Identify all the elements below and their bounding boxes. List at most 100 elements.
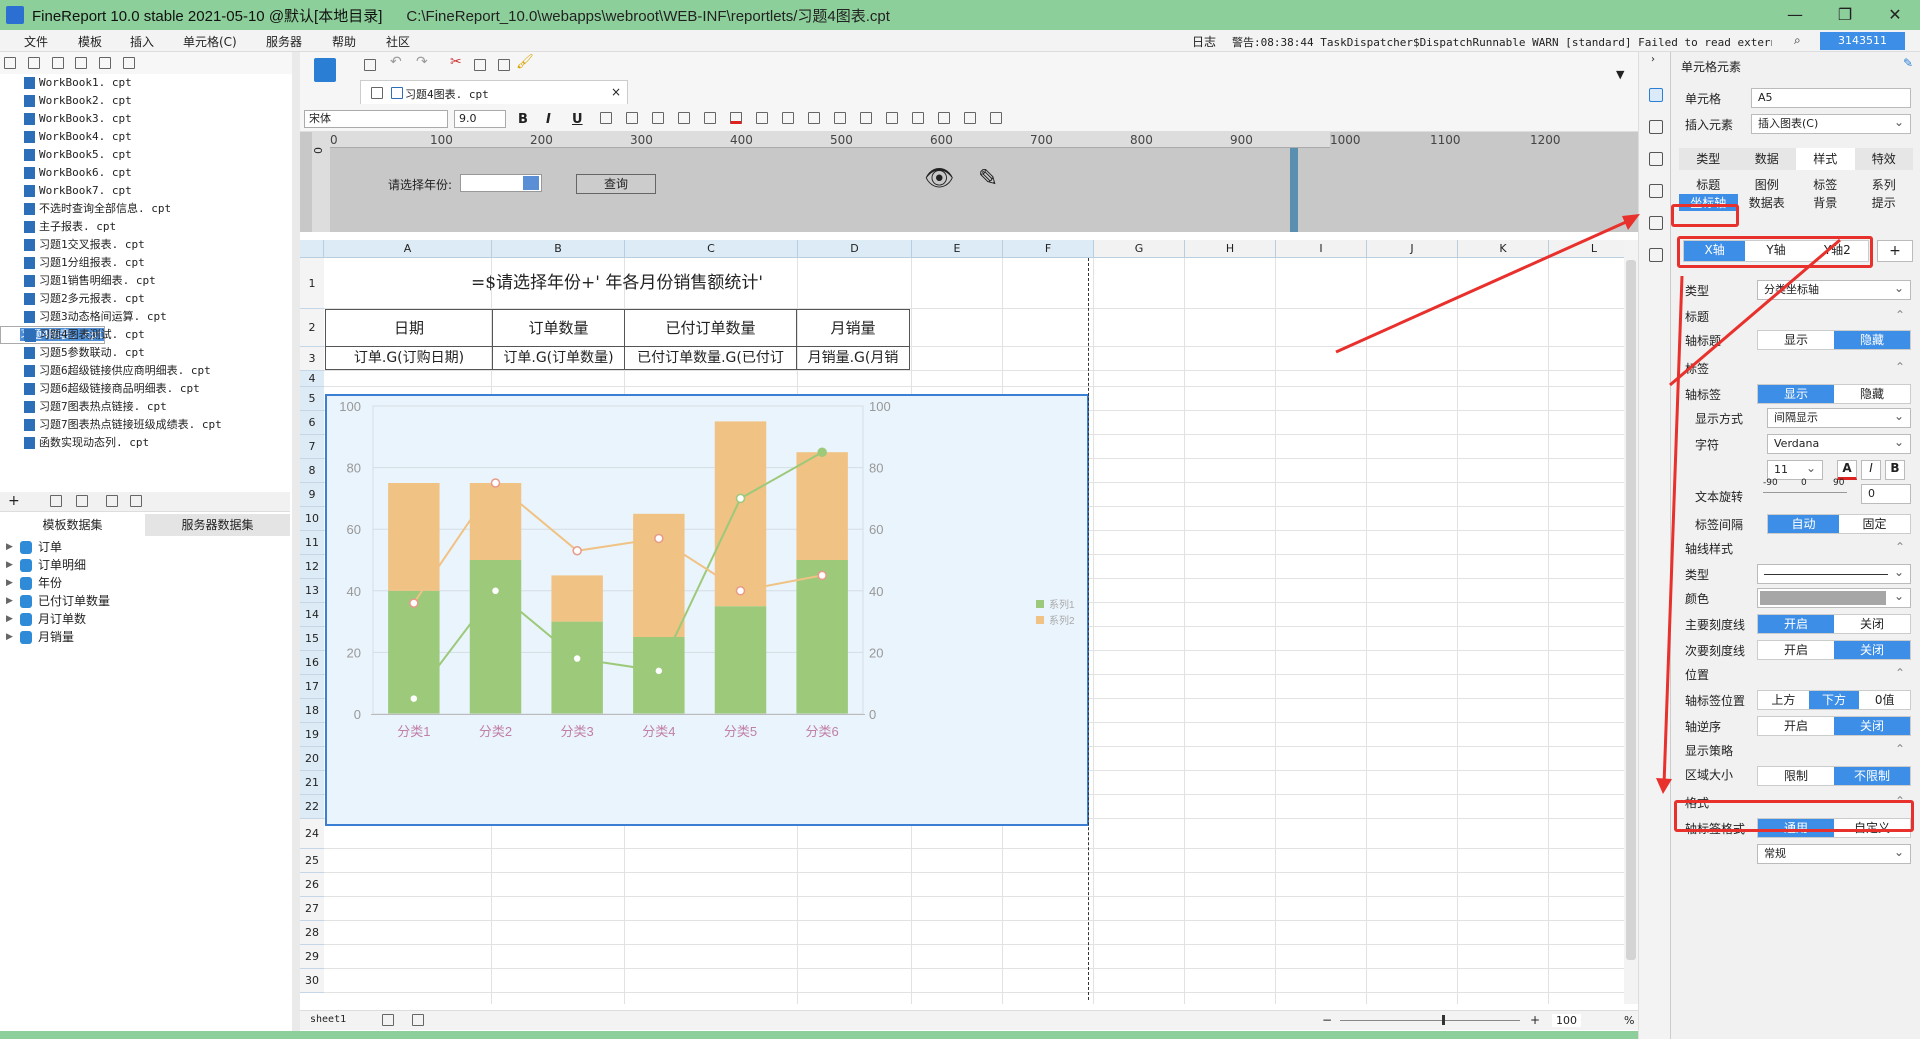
- file-item[interactable]: WorkBook6. cpt: [0, 164, 290, 182]
- section-title[interactable]: 标题: [1685, 308, 1905, 325]
- dataset-item[interactable]: ▶ 月销量: [0, 628, 290, 646]
- row-header[interactable]: 10: [300, 507, 324, 531]
- cut-icon[interactable]: ✂: [450, 54, 462, 70]
- format-painter-icon[interactable]: 🖌: [516, 54, 534, 70]
- column-header[interactable]: H: [1185, 240, 1276, 258]
- cell-d3[interactable]: 月销量.G(月销: [796, 346, 910, 370]
- expand-arrow-icon[interactable]: ▶: [6, 538, 13, 556]
- column-header[interactable]: L: [1549, 240, 1625, 258]
- file-item[interactable]: 习题1交叉报表. cpt: [0, 236, 290, 254]
- header-paid-orders[interactable]: 已付订单数量: [624, 309, 797, 347]
- expand-arrow-icon[interactable]: ▶: [6, 592, 13, 610]
- column-header[interactable]: A: [324, 240, 492, 258]
- file-item[interactable]: WorkBook1. cpt: [0, 74, 290, 92]
- row-header[interactable]: 2: [300, 309, 324, 347]
- log-label[interactable]: 日志: [1192, 33, 1216, 50]
- bold-button[interactable]: B: [518, 112, 528, 127]
- cell-b3[interactable]: 订单.G(订单数量): [492, 346, 625, 370]
- preview-dataset-icon[interactable]: [106, 495, 118, 507]
- redo-icon[interactable]: ↷: [416, 54, 428, 70]
- row-header[interactable]: 21: [300, 771, 324, 795]
- add-poly-sheet-icon[interactable]: [412, 1014, 424, 1026]
- font-color-icon[interactable]: [730, 112, 742, 124]
- file-item[interactable]: 不选时查询全部信息. cpt: [0, 200, 290, 218]
- bold-toggle[interactable]: B: [1885, 460, 1905, 480]
- delete-icon[interactable]: [99, 57, 112, 69]
- menu-server[interactable]: 服务器: [266, 33, 302, 50]
- zoom-thumb[interactable]: [1442, 1015, 1445, 1025]
- axis-font-select[interactable]: Verdana: [1767, 433, 1911, 454]
- row-header[interactable]: 12: [300, 555, 324, 579]
- menu-cell[interactable]: 单元格(C): [183, 33, 237, 50]
- cell-element-icon[interactable]: [1649, 88, 1663, 102]
- row-header[interactable]: 3: [300, 347, 324, 371]
- italic-toggle[interactable]: I: [1861, 460, 1881, 480]
- row-header[interactable]: 17: [300, 675, 324, 699]
- image-icon[interactable]: [912, 112, 924, 124]
- merge-icon[interactable]: [756, 112, 768, 124]
- line-color-select[interactable]: [1757, 587, 1911, 608]
- area-limit[interactable]: 限制: [1758, 767, 1834, 785]
- area-nolimit[interactable]: 不限制: [1834, 767, 1910, 785]
- row-header[interactable]: 22: [300, 795, 324, 819]
- file-item[interactable]: 函数实现动态列. cpt: [0, 434, 290, 452]
- link-icon[interactable]: [1649, 248, 1663, 262]
- sub-label[interactable]: 标签: [1796, 176, 1855, 193]
- axis-label-show[interactable]: 显示: [1758, 385, 1834, 403]
- tab-close-icon[interactable]: ×: [611, 85, 621, 99]
- zoom-value[interactable]: 100: [1552, 1014, 1581, 1027]
- rotation-slider[interactable]: [1763, 492, 1847, 493]
- panel-splitter[interactable]: [292, 52, 300, 1039]
- cell-address-field[interactable]: A5: [1751, 88, 1911, 108]
- cell-c3[interactable]: 已付订单数量.G(已付订: [624, 346, 797, 370]
- dataset-item[interactable]: ▶ 已付订单数量: [0, 592, 290, 610]
- hyperlink-icon[interactable]: [808, 112, 820, 124]
- file-item[interactable]: 习题6超级链接商品明细表. cpt: [0, 380, 290, 398]
- table-icon[interactable]: [782, 112, 794, 124]
- zoom-slider[interactable]: [1340, 1020, 1520, 1021]
- minor-tick-on[interactable]: 开启: [1758, 641, 1834, 659]
- dataset-item[interactable]: ▶ 订单: [0, 538, 290, 556]
- edit-dataset-icon[interactable]: [50, 495, 62, 507]
- italic-button[interactable]: I: [546, 112, 551, 127]
- row-header[interactable]: 24: [300, 819, 324, 849]
- file-item[interactable]: 习题3动态格间运算. cpt: [0, 308, 290, 326]
- row-header[interactable]: 29: [300, 945, 324, 969]
- dataset-option-icon[interactable]: [130, 495, 142, 507]
- row-header[interactable]: 14: [300, 603, 324, 627]
- align-center-icon[interactable]: [626, 112, 638, 124]
- chart-container[interactable]: 0 0 20 20 40 40 60 60 80 80 100 100 分类1 分类2 分类3 分类4 分类5 分…: [325, 394, 1089, 826]
- add-sheet-icon[interactable]: [382, 1014, 394, 1026]
- minor-tick-off[interactable]: 关闭: [1834, 641, 1910, 659]
- section-linestyle[interactable]: 轴线样式: [1685, 540, 1905, 557]
- row-header[interactable]: 30: [300, 969, 324, 993]
- sub-background[interactable]: 背景: [1796, 194, 1855, 211]
- align-left-icon[interactable]: [600, 112, 612, 124]
- column-header[interactable]: B: [492, 240, 625, 258]
- search-icon[interactable]: ⌕: [1794, 33, 1801, 48]
- row-header[interactable]: 19: [300, 723, 324, 747]
- tab-effect[interactable]: 特效: [1855, 148, 1914, 170]
- font-color-button[interactable]: A: [1837, 460, 1857, 480]
- sub-title[interactable]: 标题: [1679, 176, 1738, 193]
- float-element-icon[interactable]: [1649, 152, 1663, 166]
- rotation-value[interactable]: 0: [1861, 484, 1911, 504]
- file-item[interactable]: 习题7图表热点链接班级成绩表. cpt: [0, 416, 290, 434]
- column-header[interactable]: J: [1367, 240, 1458, 258]
- row-header[interactable]: 8: [300, 459, 324, 483]
- menu-community[interactable]: 社区: [386, 33, 410, 50]
- slash-icon[interactable]: [938, 112, 950, 124]
- line-type-select[interactable]: [1757, 563, 1911, 584]
- cell-a1-formula[interactable]: =$请选择年份+' 年各月份销售额统计': [325, 258, 909, 309]
- display-mode-select[interactable]: 间隔显示: [1767, 407, 1911, 428]
- paste-icon[interactable]: [498, 59, 510, 71]
- hide-eye-icon[interactable]: 👁: [924, 164, 954, 192]
- expand-arrow-icon[interactable]: ▶: [6, 556, 13, 574]
- row-header[interactable]: 9: [300, 483, 324, 507]
- label-pos-above[interactable]: 上方: [1758, 691, 1809, 709]
- row-header[interactable]: 16: [300, 651, 324, 675]
- header-monthly-sales[interactable]: 月销量: [796, 309, 910, 347]
- reverse-off[interactable]: 关闭: [1834, 717, 1910, 735]
- sub-series[interactable]: 系列: [1855, 176, 1914, 193]
- row-header[interactable]: 20: [300, 747, 324, 771]
